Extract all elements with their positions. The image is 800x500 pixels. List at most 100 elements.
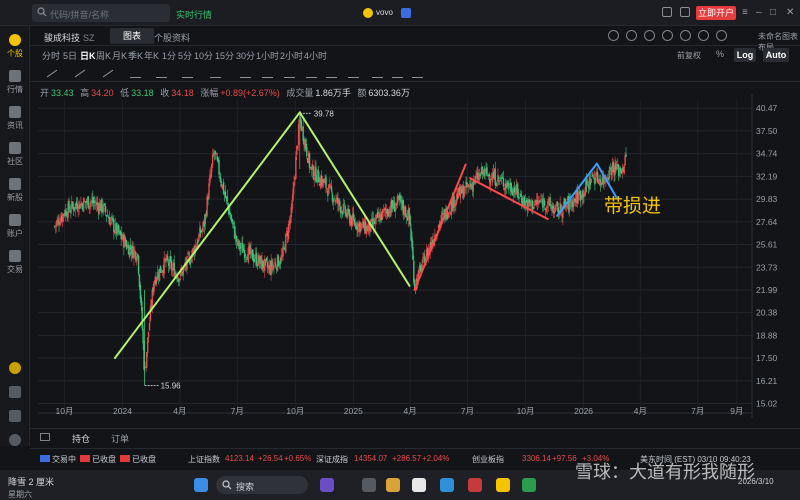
compare-icon[interactable]	[644, 30, 655, 41]
period-14[interactable]: 2小时	[280, 49, 303, 62]
candle-body	[127, 244, 130, 255]
adjust-dropdown[interactable]: 前复权	[677, 50, 701, 61]
ray-tool-icon[interactable]	[74, 68, 85, 78]
auto-scale-button[interactable]: Auto	[763, 48, 789, 62]
panel-toggle-icon[interactable]	[40, 433, 50, 441]
trash-icon[interactable]	[326, 68, 337, 78]
period-5[interactable]: 月K	[112, 49, 127, 62]
sidebar-item-market[interactable]: 行情	[0, 66, 30, 100]
period-12[interactable]: 30分	[236, 49, 255, 62]
sidebar-item-settings[interactable]	[0, 430, 30, 464]
message-icon[interactable]	[662, 7, 672, 17]
app-icon-4[interactable]	[412, 478, 426, 492]
period-7[interactable]: 年K	[144, 49, 159, 62]
close-icon[interactable]: ✕	[786, 7, 794, 18]
candle-body	[465, 181, 467, 185]
tab-positions[interactable]: 持仓	[72, 432, 90, 445]
weather-widget[interactable]: 降雪 2 厘米 星期六	[8, 475, 54, 500]
candle-body	[404, 206, 407, 217]
fib-tool-icon[interactable]	[130, 68, 141, 78]
minimize-icon[interactable]: –	[756, 7, 762, 18]
candle-body	[322, 179, 324, 183]
period-3[interactable]: 日K	[80, 49, 96, 62]
browser-icon[interactable]	[440, 478, 454, 492]
sidebar-item-news[interactable]: 资讯	[0, 102, 30, 136]
candle-body	[535, 200, 538, 205]
candle-body	[94, 204, 97, 206]
pencil-icon[interactable]	[240, 68, 251, 78]
app-icon-6[interactable]	[522, 478, 536, 492]
sidebar-item-stock[interactable]: 个股	[0, 30, 30, 64]
sidebar-item-account[interactable]: 账户	[0, 210, 30, 244]
period-10[interactable]: 10分	[194, 49, 213, 62]
eye-icon[interactable]	[284, 68, 295, 78]
period-8[interactable]: 1分	[162, 49, 176, 62]
cursor-tool-icon[interactable]	[156, 68, 167, 78]
indicator-icon[interactable]	[626, 30, 637, 41]
alert-icon[interactable]	[608, 30, 619, 41]
clear-icon[interactable]	[412, 68, 423, 78]
period-9[interactable]: 5分	[178, 49, 192, 62]
sidebar-item-community[interactable]: 社区	[0, 138, 30, 172]
candle-body	[435, 237, 438, 240]
vovo-widget[interactable]: vovo	[363, 6, 413, 20]
tiger-app-icon[interactable]	[496, 478, 510, 492]
layout-icon[interactable]	[662, 30, 673, 41]
sidebar-item-trade[interactable]: 交易	[0, 246, 30, 280]
low-label: 低	[120, 88, 130, 98]
trendline-tool-icon[interactable]	[46, 68, 57, 78]
layers-icon[interactable]	[348, 68, 359, 78]
sz-index-name[interactable]: 深证成指	[316, 454, 348, 465]
candle-body	[61, 215, 63, 221]
undo-icon[interactable]	[372, 68, 383, 78]
redo-icon[interactable]	[392, 68, 403, 78]
period-11[interactable]: 15分	[215, 49, 234, 62]
candle-body	[461, 186, 464, 192]
period-13[interactable]: 1小时	[256, 49, 279, 62]
search-box[interactable]: 代码/拼音/名称	[32, 4, 170, 22]
period-2[interactable]: 5日	[63, 49, 77, 62]
log-scale-button[interactable]: Log	[734, 48, 756, 62]
fullscreen-icon[interactable]	[680, 30, 691, 41]
camera-icon[interactable]	[698, 30, 709, 41]
settings-icon[interactable]	[716, 30, 727, 41]
sh-index-name[interactable]: 上证指数	[188, 454, 220, 465]
maximize-icon[interactable]: □	[770, 7, 776, 18]
taskbar-search[interactable]: 搜索	[216, 476, 308, 494]
candle-body	[368, 221, 370, 230]
menu-icon[interactable]: ≡	[742, 7, 748, 18]
text-tool-icon[interactable]	[182, 68, 193, 78]
period-6[interactable]: 季K	[128, 49, 143, 62]
period-1[interactable]: 分时	[42, 49, 60, 62]
app-icon-5[interactable]	[468, 478, 482, 492]
realtime-quote-link[interactable]: 实时行情	[176, 8, 212, 21]
windows-start-icon[interactable]	[194, 478, 208, 492]
candle-body	[200, 230, 203, 232]
open-account-button[interactable]: 立即开户	[696, 6, 736, 20]
search-icon	[37, 7, 47, 17]
sidebar-item-ipo[interactable]: 新股	[0, 174, 30, 208]
y-tick-label: 25.61	[756, 240, 778, 250]
candle-body	[460, 186, 463, 194]
tab-orders[interactable]: 订单	[111, 432, 129, 445]
tab-stock-info[interactable]: 个股资料	[154, 31, 190, 44]
measure-icon[interactable]	[210, 68, 221, 78]
candle-body	[525, 200, 528, 203]
cy-index-name[interactable]: 创业板指	[472, 454, 504, 465]
user-icon[interactable]	[680, 7, 690, 17]
candle-body	[468, 185, 471, 188]
candle-body	[534, 200, 537, 203]
period-4[interactable]: 周K	[96, 49, 111, 62]
period-15[interactable]: 4小时	[304, 49, 327, 62]
percent-toggle[interactable]: %	[716, 49, 724, 59]
app-icon-3[interactable]	[386, 478, 400, 492]
candle-body	[348, 209, 350, 213]
tab-chart[interactable]: 图表	[110, 28, 154, 44]
candle-body	[383, 207, 386, 211]
magnet-icon[interactable]	[262, 68, 273, 78]
app-icon-2[interactable]	[362, 478, 376, 492]
pattern-tool-icon[interactable]	[102, 68, 113, 78]
lock-icon[interactable]	[306, 68, 317, 78]
app-icon-1[interactable]	[320, 478, 334, 492]
candle-body	[422, 256, 424, 264]
